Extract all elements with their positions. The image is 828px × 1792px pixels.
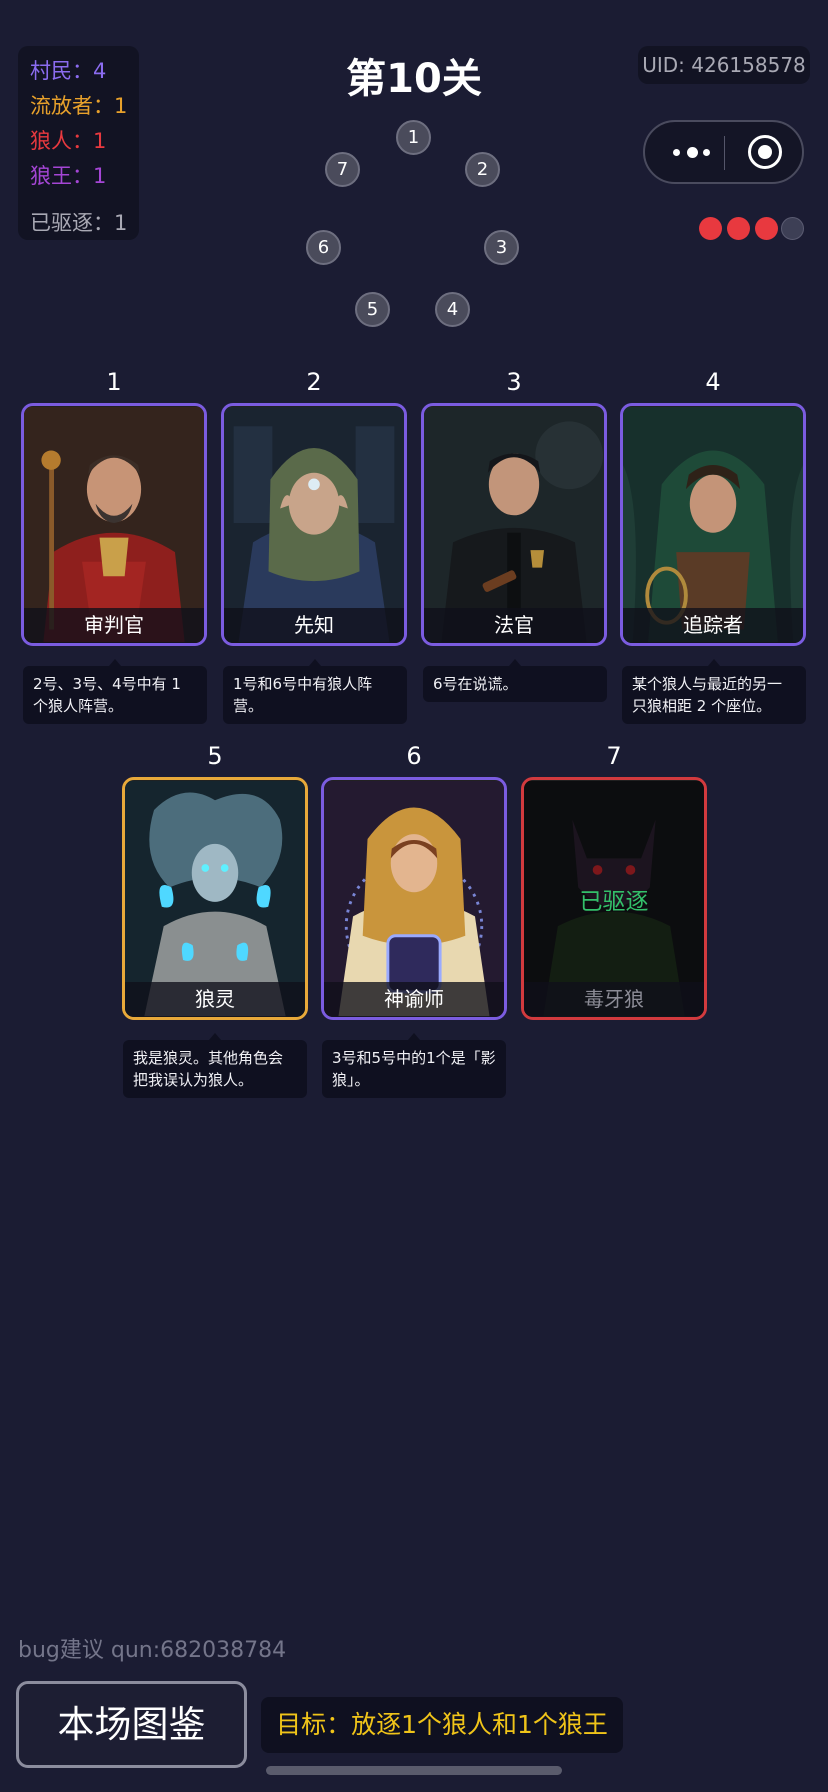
life-dot-filled [727,217,750,240]
clue-bubble-2: 1号和6号中有狼人阵营。 [223,659,407,724]
card-name-label: 审判官 [24,608,204,643]
clue-text: 6号在说谎。 [433,675,518,693]
card-number-1: 1 [106,368,122,396]
card-tracker[interactable]: 追踪者 [620,403,806,646]
card-prophet[interactable]: 先知 [221,403,407,646]
card-judge[interactable]: 审判官 [21,403,207,646]
mini-program-capsule [643,120,804,184]
clue-text: 3号和5号中的1个是「影狼」。 [332,1049,496,1089]
werewolf-count: 狼人：1 [30,129,107,153]
clue-bubble-4: 某个狼人与最近的另一只狼相距 2 个座位。 [622,659,806,724]
clue-pointer [708,659,720,666]
seat-2[interactable]: 2 [465,152,500,187]
life-dot-filled [755,217,778,240]
life-dot-empty [781,217,804,240]
card-number-4: 4 [705,368,721,396]
card-number-3: 3 [506,368,522,396]
seat-4[interactable]: 4 [435,292,470,327]
clue-pointer [209,1033,221,1040]
capsule-divider [724,136,725,170]
card-number-2: 2 [306,368,322,396]
clue-pointer [509,659,521,666]
target-icon[interactable] [748,135,782,169]
clue-pointer [109,659,121,666]
clue-text: 2号、3号、4号中有 1 个狼人阵营。 [33,675,181,715]
codex-button[interactable]: 本场图鉴 [16,1681,247,1768]
clue-bubble-3: 6号在说谎。 [423,659,607,702]
clue-text: 某个狼人与最近的另一只狼相距 2 个座位。 [632,675,783,715]
card-number-5: 5 [207,742,223,770]
clue-bubble-6: 3号和5号中的1个是「影狼」。 [322,1033,506,1098]
card-name-label: 毒牙狼 [524,982,704,1017]
wolf-king-count: 狼王：1 [30,164,107,188]
seat-1[interactable]: 1 [396,120,431,155]
card-name-label: 狼灵 [125,982,305,1017]
seat-7[interactable]: 7 [325,152,360,187]
card-name-label: 法官 [424,608,604,643]
uid-label: UID: 426158578 [638,46,810,84]
evicted-status-label: 已驱逐 [579,889,649,915]
card-oracle[interactable]: 神谕师 [321,777,507,1020]
card-wolf-spirit[interactable]: 狼灵 [122,777,308,1020]
card-number-6: 6 [406,742,422,770]
card-venom-fang-wolf[interactable]: 已驱逐 毒牙狼 [521,777,707,1020]
seat-3[interactable]: 3 [484,230,519,265]
clue-pointer [408,1033,420,1040]
seat-6[interactable]: 6 [306,230,341,265]
goal-label: 目标：放逐1个狼人和1个狼王 [261,1697,623,1753]
card-number-7: 7 [606,742,622,770]
home-indicator[interactable] [266,1766,562,1775]
bug-report-text: bug建议 qun:682038784 [18,1638,287,1663]
clue-bubble-5: 我是狼灵。其他角色会把我误认为狼人。 [123,1033,307,1098]
card-magistrate[interactable]: 法官 [421,403,607,646]
evicted-count: 已驱逐：1 [30,211,128,235]
more-dots-icon[interactable] [667,122,719,182]
card-name-label: 神谕师 [324,982,504,1017]
clue-text: 我是狼灵。其他角色会把我误认为狼人。 [133,1049,284,1089]
seat-5[interactable]: 5 [355,292,390,327]
clue-text: 1号和6号中有狼人阵营。 [233,675,373,715]
life-dot-filled [699,217,722,240]
clue-bubble-1: 2号、3号、4号中有 1 个狼人阵营。 [23,659,207,724]
card-name-label: 追踪者 [623,608,803,643]
card-name-label: 先知 [224,608,404,643]
clue-pointer [309,659,321,666]
